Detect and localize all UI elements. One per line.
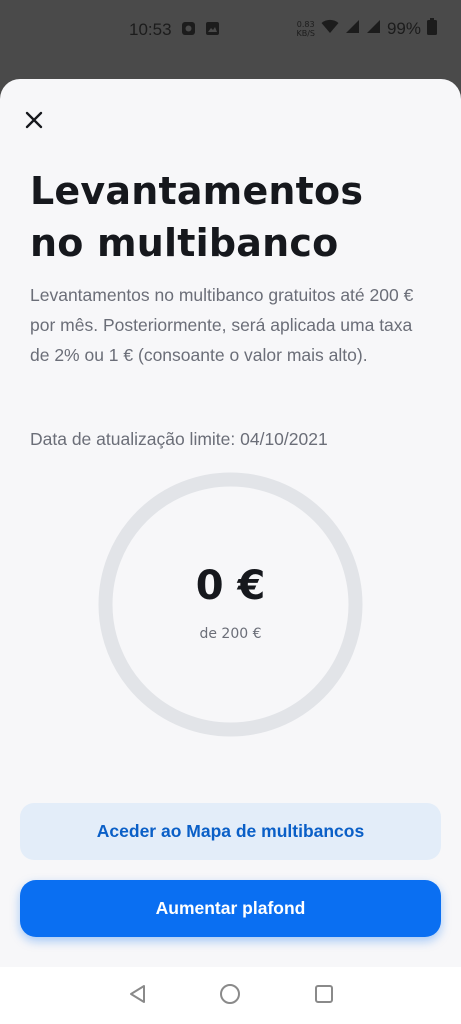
image-notification-icon <box>205 21 220 41</box>
home-icon <box>219 983 241 1010</box>
atm-map-button[interactable]: Aceder ao Mapa de multibancos <box>20 803 441 860</box>
gauge-limit: de 200 € <box>199 626 262 642</box>
navigation-bar <box>0 967 461 1024</box>
home-button[interactable] <box>216 982 244 1010</box>
gauge-amount: 0 € <box>195 563 266 609</box>
page-title: Levantamentos no multibanco <box>30 169 364 265</box>
status-bar: 10:53 0.83 KB/S 99% <box>0 0 461 60</box>
net-speed-unit: KB/S <box>296 29 315 38</box>
battery-percentage: 99% <box>386 19 421 38</box>
status-right: 0.83 KB/S 99% <box>296 18 437 40</box>
back-icon <box>128 984 148 1009</box>
back-button[interactable] <box>124 982 152 1010</box>
signal-icon <box>366 19 381 39</box>
recents-button[interactable] <box>310 982 338 1010</box>
status-time: 10:53 <box>129 20 172 39</box>
app-notification-icon <box>181 21 196 41</box>
update-date-text: Data de atualização limite: 04/10/2021 <box>30 429 328 449</box>
network-speed: 0.83 KB/S <box>296 20 315 38</box>
description-text: Levantamentos no multibanco gratuitos at… <box>30 285 414 365</box>
increase-limit-button[interactable]: Aumentar plafond <box>20 880 441 937</box>
net-speed-value: 0.83 <box>296 20 315 29</box>
close-button[interactable] <box>18 106 50 138</box>
battery-icon <box>427 18 437 40</box>
signal-icon <box>345 19 360 39</box>
close-icon <box>25 111 43 134</box>
wifi-icon <box>321 19 339 39</box>
recents-icon <box>314 984 334 1009</box>
withdrawal-gauge: 0 € de 200 € <box>98 472 363 737</box>
bottom-sheet: Levantamentos no multibanco Levantamento… <box>0 79 461 967</box>
